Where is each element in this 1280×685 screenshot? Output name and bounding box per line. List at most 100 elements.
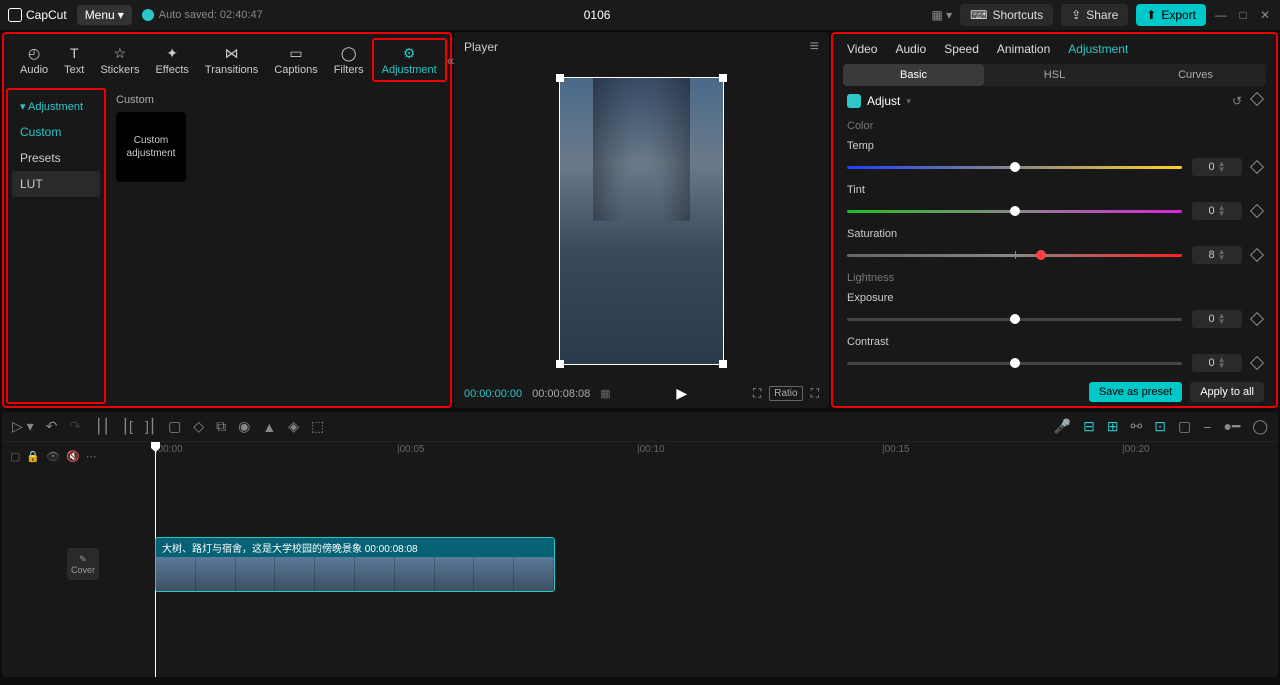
save-preset-button[interactable]: Save as preset (1089, 382, 1182, 402)
keyframe-icon[interactable] (1250, 92, 1264, 106)
focus-icon[interactable]: ⛶ (753, 386, 761, 401)
contrast-keyframe[interactable] (1250, 356, 1264, 370)
mic-icon[interactable]: 🎤 (1054, 418, 1071, 435)
trim-right-icon[interactable]: ]⎮ (145, 418, 156, 435)
tint-value[interactable]: 0▲▼ (1192, 202, 1242, 220)
prop-tab-adjustment[interactable]: Adjustment (1068, 42, 1128, 56)
link-icon[interactable]: ⊞ (1107, 418, 1119, 435)
prop-tab-animation[interactable]: Animation (997, 42, 1050, 56)
tab-audio[interactable]: ◴Audio (12, 40, 56, 80)
maximize-icon[interactable]: □ (1236, 8, 1250, 22)
reverse-icon[interactable]: ◉ (238, 418, 250, 435)
project-title[interactable]: 0106 (584, 8, 611, 22)
play-button[interactable]: ▶ (676, 385, 687, 402)
shield-icon[interactable]: ◇ (193, 418, 204, 435)
stepper-icon[interactable]: ▲▼ (1218, 249, 1226, 260)
tab-text[interactable]: TText (56, 40, 92, 80)
saturation-slider[interactable] (847, 254, 1182, 257)
track-toggle-icon[interactable]: ▢ (10, 450, 20, 463)
prop-tab-video[interactable]: Video (847, 42, 877, 56)
export-button[interactable]: ⬆ Export (1136, 4, 1206, 26)
copy-icon[interactable]: ⧉ (216, 418, 226, 435)
saturation-keyframe[interactable] (1250, 248, 1264, 262)
crop-icon[interactable]: ⬚ (311, 418, 324, 435)
resize-handle-br[interactable] (719, 360, 727, 368)
tint-keyframe[interactable] (1250, 204, 1264, 218)
grid-icon[interactable]: ▦ (600, 387, 610, 400)
magnet-icon[interactable]: ⊟ (1083, 418, 1095, 435)
sidebar-item-lut[interactable]: LUT (12, 171, 100, 197)
more-icon[interactable]: ⋯ (86, 450, 97, 463)
contrast-slider[interactable] (847, 362, 1182, 365)
stepper-icon[interactable]: ▲▼ (1218, 357, 1226, 368)
video-clip[interactable]: 大树、路灯与宿舍，这是大学校园的傍晚景象 00:00:08:08 (155, 537, 555, 592)
sidebar-item-presets[interactable]: Presets (12, 145, 100, 171)
snap-icon[interactable]: ⊡ (1154, 418, 1166, 435)
exposure-keyframe[interactable] (1250, 312, 1264, 326)
layout-icon[interactable]: ▦ ▾ (931, 8, 952, 22)
saturation-thumb[interactable] (1036, 250, 1046, 260)
exposure-slider[interactable] (847, 318, 1182, 321)
subtab-curves[interactable]: Curves (1125, 64, 1266, 86)
timeline-main[interactable]: |00:00 |00:05 |00:10 |00:15 |00:20 大树、路灯… (107, 442, 1278, 677)
preview-icon[interactable]: ▢ (1178, 418, 1191, 435)
temp-slider[interactable] (847, 166, 1182, 169)
video-frame[interactable] (559, 77, 724, 365)
sidebar-item-custom[interactable]: Custom (12, 119, 100, 145)
lock-icon[interactable]: 🔒 (26, 450, 40, 463)
resize-handle-tl[interactable] (556, 74, 564, 82)
chain-icon[interactable]: ⚯ (1131, 418, 1143, 435)
tab-captions[interactable]: ▭Captions (266, 40, 325, 80)
saturation-value[interactable]: 8▲▼ (1192, 246, 1242, 264)
menu-button[interactable]: Menu ▾ (77, 5, 132, 25)
mirror-icon[interactable]: ▲ (262, 419, 276, 435)
tab-stickers[interactable]: ☆Stickers (92, 40, 147, 80)
stepper-icon[interactable]: ▲▼ (1218, 313, 1226, 324)
delete-icon[interactable]: ▢ (168, 418, 181, 435)
subtab-basic[interactable]: Basic (843, 64, 984, 86)
zoom-out-icon[interactable]: − (1203, 419, 1211, 435)
shortcuts-button[interactable]: ⌨ Shortcuts (960, 4, 1053, 26)
stepper-icon[interactable]: ▲▼ (1218, 205, 1226, 216)
exposure-thumb[interactable] (1010, 314, 1020, 324)
zoom-slider[interactable]: ●━ (1223, 418, 1240, 435)
exposure-value[interactable]: 0▲▼ (1192, 310, 1242, 328)
close-icon[interactable]: ✕ (1258, 8, 1272, 22)
tint-slider[interactable] (847, 210, 1182, 213)
tab-filters[interactable]: ◯Filters (326, 40, 372, 80)
tab-transitions[interactable]: ⋈Transitions (197, 40, 266, 80)
cover-button[interactable]: ✎ Cover (67, 548, 99, 580)
ratio-button[interactable]: Ratio (769, 386, 802, 401)
apply-all-button[interactable]: Apply to all (1190, 382, 1264, 402)
custom-adjustment-thumb[interactable]: Custom adjustment (116, 112, 186, 182)
stepper-icon[interactable]: ▲▼ (1218, 161, 1226, 172)
timeline-ruler[interactable]: |00:00 |00:05 |00:10 |00:15 |00:20 (107, 442, 1278, 462)
player-viewport[interactable] (454, 62, 829, 379)
tab-effects[interactable]: ✦Effects (147, 40, 196, 80)
undo-icon[interactable]: ↶ (46, 418, 58, 435)
resize-handle-bl[interactable] (556, 360, 564, 368)
tint-thumb[interactable] (1010, 206, 1020, 216)
fullscreen-icon[interactable]: ⛶ (811, 386, 819, 401)
trim-left-icon[interactable]: ⎮[ (122, 418, 133, 435)
minimize-icon[interactable]: — (1214, 8, 1228, 22)
rotate-icon[interactable]: ◈ (288, 418, 299, 435)
tab-adjustment[interactable]: ⚙Adjustment (372, 38, 447, 82)
reset-icon[interactable]: ↺ (1232, 94, 1242, 108)
adjust-checkbox[interactable] (847, 94, 861, 108)
share-button[interactable]: ⇪ Share (1061, 4, 1128, 26)
contrast-thumb[interactable] (1010, 358, 1020, 368)
resize-handle-tr[interactable] (719, 74, 727, 82)
prop-tab-audio[interactable]: Audio (895, 42, 926, 56)
subtab-hsl[interactable]: HSL (984, 64, 1125, 86)
contrast-value[interactable]: 0▲▼ (1192, 354, 1242, 372)
redo-icon[interactable]: ↷ (69, 418, 81, 435)
dropdown-icon[interactable]: ▾ (906, 96, 911, 107)
pointer-icon[interactable]: ▷ ▾ (12, 418, 34, 435)
temp-thumb[interactable] (1010, 162, 1020, 172)
prop-tab-speed[interactable]: Speed (944, 42, 979, 56)
split-icon[interactable]: ⎮⎮ (95, 418, 110, 435)
temp-value[interactable]: 0▲▼ (1192, 158, 1242, 176)
fit-icon[interactable]: ◯ (1252, 418, 1268, 435)
eye-icon[interactable]: 👁 (46, 450, 60, 463)
